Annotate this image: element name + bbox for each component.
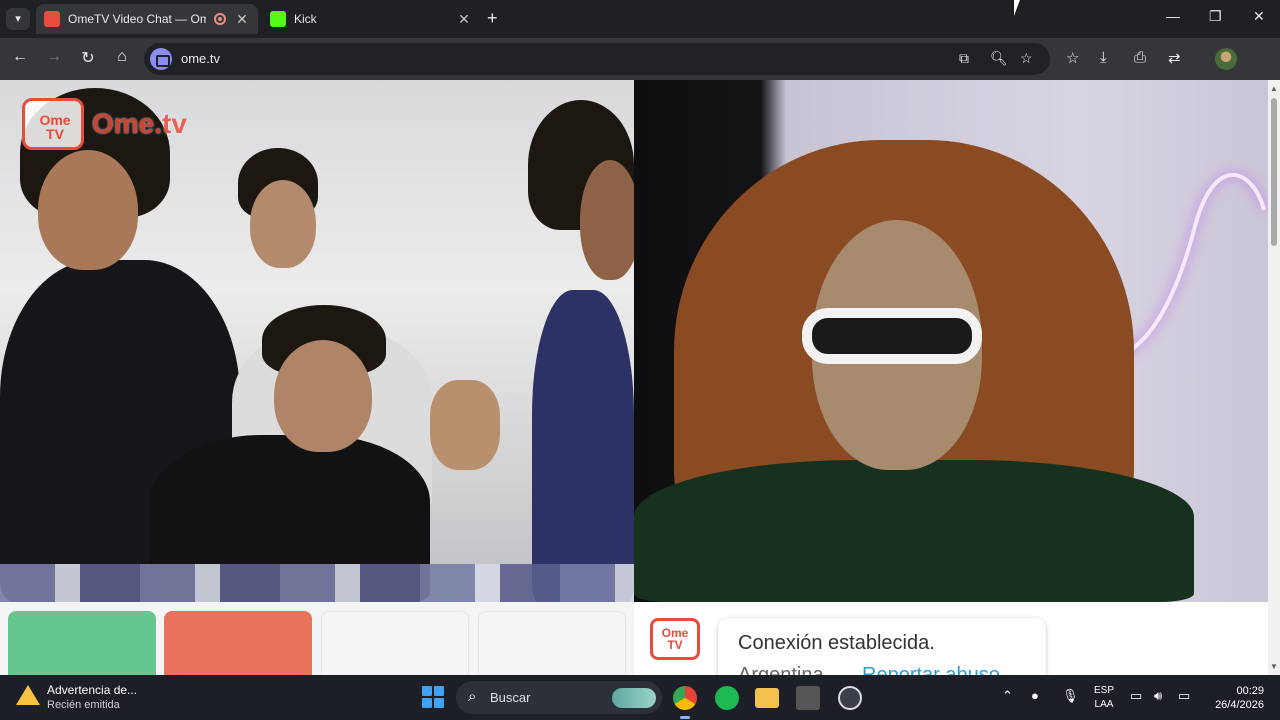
ometv-favicon-icon (44, 11, 60, 27)
chevron-up-icon[interactable]: ⌃ (1002, 688, 1013, 704)
chat-panel: Ome TV Conexión establecida. Argentina R… (634, 602, 1268, 675)
url-text[interactable]: ome.tv (181, 51, 220, 66)
address-bar[interactable]: ome.tv ⧉ 🔍︎ ☆ (144, 43, 1050, 75)
mouse-cursor-icon (1014, 0, 1020, 16)
browser-toolbar: ← → ↻ ⌂ ome.tv ⧉ 🔍︎ ☆ ☆ ⤓ ⎙ ⇄ (0, 38, 1280, 80)
logo-tv-text: Ome TV (39, 112, 71, 142)
page-scrollbar[interactable]: ▲ ▼ (1268, 80, 1280, 675)
language-line2: LAA (1094, 699, 1114, 710)
stranger-video: Ome TV Ome.tv (0, 80, 634, 602)
tab-search-chevron-icon[interactable]: ▾ (6, 8, 30, 30)
tab-close-icon[interactable]: ✕ (234, 11, 250, 28)
start-tile[interactable] (8, 611, 156, 675)
warning-icon[interactable] (16, 685, 40, 705)
logo-text: Ome.tv (92, 108, 187, 139)
sunglasses-icon (802, 308, 982, 364)
option-tile[interactable] (321, 611, 469, 675)
language-indicator[interactable]: ESP LAA (1094, 684, 1114, 712)
search-highlight-icon (612, 688, 656, 708)
close-window-button[interactable]: ✕ (1253, 8, 1265, 25)
time-text: 00:29 (1236, 685, 1264, 697)
search-icon: ⌕ (468, 688, 477, 705)
forward-button[interactable]: → (44, 48, 64, 66)
notification-title[interactable]: Advertencia de... (47, 683, 137, 697)
site-info-icon[interactable] (150, 48, 172, 70)
option-tile[interactable] (478, 611, 626, 675)
tab-close-icon[interactable]: ✕ (456, 11, 472, 28)
app-with-badge-icon[interactable] (838, 686, 862, 710)
stop-tile[interactable] (164, 611, 312, 675)
search-placeholder: Buscar (490, 690, 531, 705)
language-line1: ESP (1094, 685, 1115, 696)
cast-icon[interactable]: ⧉ (959, 50, 969, 67)
windows-taskbar: Advertencia de... Recién emitida ⌕ Busca… (0, 675, 1280, 720)
bookmark-star-icon[interactable]: ☆ (1020, 50, 1033, 67)
game-app-icon[interactable] (796, 686, 820, 710)
download-icon[interactable]: ⤓ (1100, 49, 1107, 66)
profile-avatar[interactable] (1215, 48, 1237, 70)
self-video (634, 80, 1268, 602)
kick-favicon-icon (270, 11, 286, 27)
recording-tray-icon[interactable]: ● (1031, 688, 1039, 703)
control-tiles (0, 602, 634, 675)
print-icon[interactable]: ⎙ (1134, 49, 1146, 66)
scroll-thumb[interactable] (1271, 98, 1277, 246)
reload-button[interactable]: ↻ (78, 48, 98, 68)
taskbar-search[interactable]: ⌕ Buscar (456, 681, 662, 714)
scroll-up-icon[interactable]: ▲ (1270, 84, 1278, 93)
display-icon[interactable]: ▭ (1130, 688, 1142, 704)
back-button[interactable]: ← (10, 48, 30, 66)
notification-subtitle: Recién emitida (47, 699, 120, 711)
tab-title: Kick (294, 12, 317, 26)
battery-icon[interactable]: ▭ (1178, 688, 1190, 704)
recording-indicator-icon (214, 13, 226, 25)
page-content: Ome TV Ome.tv Ome TV Conexión establecid… (0, 80, 1268, 675)
report-abuse-link[interactable]: Reportar abuso (862, 664, 1000, 675)
tv-logo-icon: Ome TV (650, 618, 700, 660)
chat-logo-text: Ome TV (661, 626, 689, 652)
home-button[interactable]: ⌂ (112, 48, 132, 66)
clock[interactable]: 00:29 26/4/2026 (1210, 684, 1264, 712)
scroll-down-icon[interactable]: ▼ (1270, 662, 1278, 671)
zoom-icon[interactable]: 🔍︎ (990, 50, 1008, 67)
tv-logo-icon: Ome TV (22, 98, 84, 150)
tab-strip: ▾ OmeTV Video Chat — Ome ✕ Kick ✕ + — ❐ … (0, 0, 1280, 38)
volume-icon[interactable]: 🔊︎ (1154, 688, 1162, 704)
tab-kick[interactable]: Kick ✕ (262, 4, 480, 34)
country-label: Argentina (738, 664, 824, 675)
date-text: 26/4/2026 (1215, 699, 1264, 711)
decor-strip (0, 564, 634, 602)
windows-start-icon[interactable] (422, 686, 444, 708)
minimize-button[interactable]: — (1166, 8, 1180, 24)
chat-message: Conexión establecida. Argentina Reportar… (718, 618, 1046, 675)
active-app-indicator (680, 716, 690, 719)
chrome-icon[interactable] (673, 686, 697, 710)
new-tab-button[interactable]: + (487, 8, 498, 29)
tab-ometv[interactable]: OmeTV Video Chat — Ome ✕ (36, 4, 258, 34)
connection-status: Conexión establecida. (738, 632, 935, 654)
restore-button[interactable]: ❐ (1209, 8, 1222, 25)
tab-title: OmeTV Video Chat — Ome (68, 12, 206, 26)
microphone-icon[interactable]: 🎙︎ (1062, 688, 1079, 704)
spotify-icon[interactable] (715, 686, 739, 710)
file-explorer-icon[interactable] (755, 688, 779, 708)
translate-icon[interactable]: ⇄ (1168, 49, 1181, 67)
bookmarks-icon[interactable]: ☆ (1066, 49, 1079, 67)
